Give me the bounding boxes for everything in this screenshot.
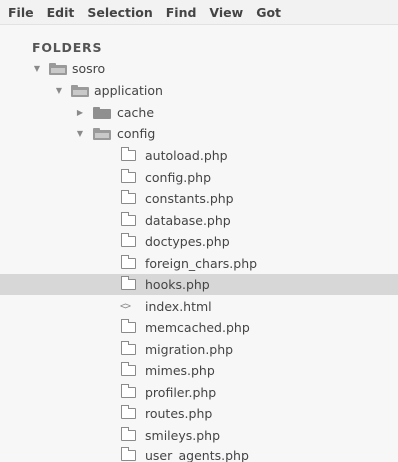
tree-file-mimes[interactable]: mimes.php [0,360,398,381]
tree-file-label: hooks.php [145,277,210,292]
tree-file-label: index.html [145,299,212,314]
folders-header: FOLDERS [32,40,103,55]
tree-file-smileys[interactable]: smileys.php [0,425,398,446]
tree-file-doctypes[interactable]: doctypes.php [0,231,398,252]
tree-folder-label: application [94,83,163,98]
tree-file-label: migration.php [145,342,234,357]
tree-file-label: config.php [145,170,212,185]
folder-open-icon [49,62,67,75]
tree-file-autoload[interactable]: autoload.php [0,145,398,166]
menu-edit[interactable]: Edit [45,5,86,20]
chevron-right-icon[interactable]: ▶ [75,108,85,117]
file-icon [120,447,136,461]
menu-goto[interactable]: Got [254,5,292,20]
sidebar: FOLDERS ▼ sosro ▼ application ▶ cache ▼ … [0,25,398,462]
file-icon [120,362,136,376]
chevron-down-icon[interactable]: ▼ [75,129,85,138]
menu-selection[interactable]: Selection [85,5,163,20]
tree-file-label: memcached.php [145,320,250,335]
folder-open-icon [93,127,111,140]
tree-file-profiler[interactable]: profiler.php [0,382,398,403]
tree-file-migration[interactable]: migration.php [0,339,398,360]
file-icon [120,276,136,290]
tree-file-hooks[interactable]: hooks.php [0,274,398,295]
chevron-down-icon[interactable]: ▼ [54,86,64,95]
tree-file-config[interactable]: config.php [0,167,398,188]
tree-file-label: constants.php [145,191,234,206]
tree-file-constants[interactable]: constants.php [0,188,398,209]
tree-folder-sosro[interactable]: ▼ sosro [0,58,398,79]
file-icon [120,169,136,183]
tree-file-label: doctypes.php [145,234,230,249]
tree-folder-label: cache [117,105,155,120]
file-icon [120,427,136,441]
code-file-icon: <> [120,301,131,312]
menu-view[interactable]: View [207,5,254,20]
tree-file-routes[interactable]: routes.php [0,403,398,424]
file-icon [120,384,136,398]
tree-file-index[interactable]: <> index.html [0,296,398,317]
file-icon [120,341,136,355]
tree-file-label: profiler.php [145,385,217,400]
chevron-down-icon[interactable]: ▼ [32,64,42,73]
file-icon [120,319,136,333]
file-icon [120,405,136,419]
menu-bar: File Edit Selection Find View Got [0,0,398,25]
tree-file-memcached[interactable]: memcached.php [0,317,398,338]
tree-folder-application[interactable]: ▼ application [0,80,398,101]
tree-file-label: routes.php [145,406,213,421]
tree-file-label: database.php [145,213,231,228]
tree-file-label: mimes.php [145,363,215,378]
tree-folder-cache[interactable]: ▶ cache [0,102,398,123]
tree-folder-label: config [117,126,156,141]
tree-file-user-agents[interactable]: user_agents.php [0,445,398,462]
tree-file-label: user_agents.php [145,448,249,462]
folder-open-icon [71,84,89,97]
tree-file-label: autoload.php [145,148,228,163]
tree-file-label: smileys.php [145,428,220,443]
file-icon [120,190,136,204]
tree-folder-label: sosro [72,61,106,76]
tree-file-foreign-chars[interactable]: foreign_chars.php [0,253,398,274]
file-icon [120,255,136,269]
tree-file-database[interactable]: database.php [0,210,398,231]
tree-file-label: foreign_chars.php [145,256,258,271]
folder-closed-icon [93,106,111,119]
file-icon [120,147,136,161]
menu-find[interactable]: Find [164,5,208,20]
file-icon [120,212,136,226]
menu-file[interactable]: File [6,5,45,20]
tree-folder-config[interactable]: ▼ config [0,123,398,144]
file-icon [120,233,136,247]
